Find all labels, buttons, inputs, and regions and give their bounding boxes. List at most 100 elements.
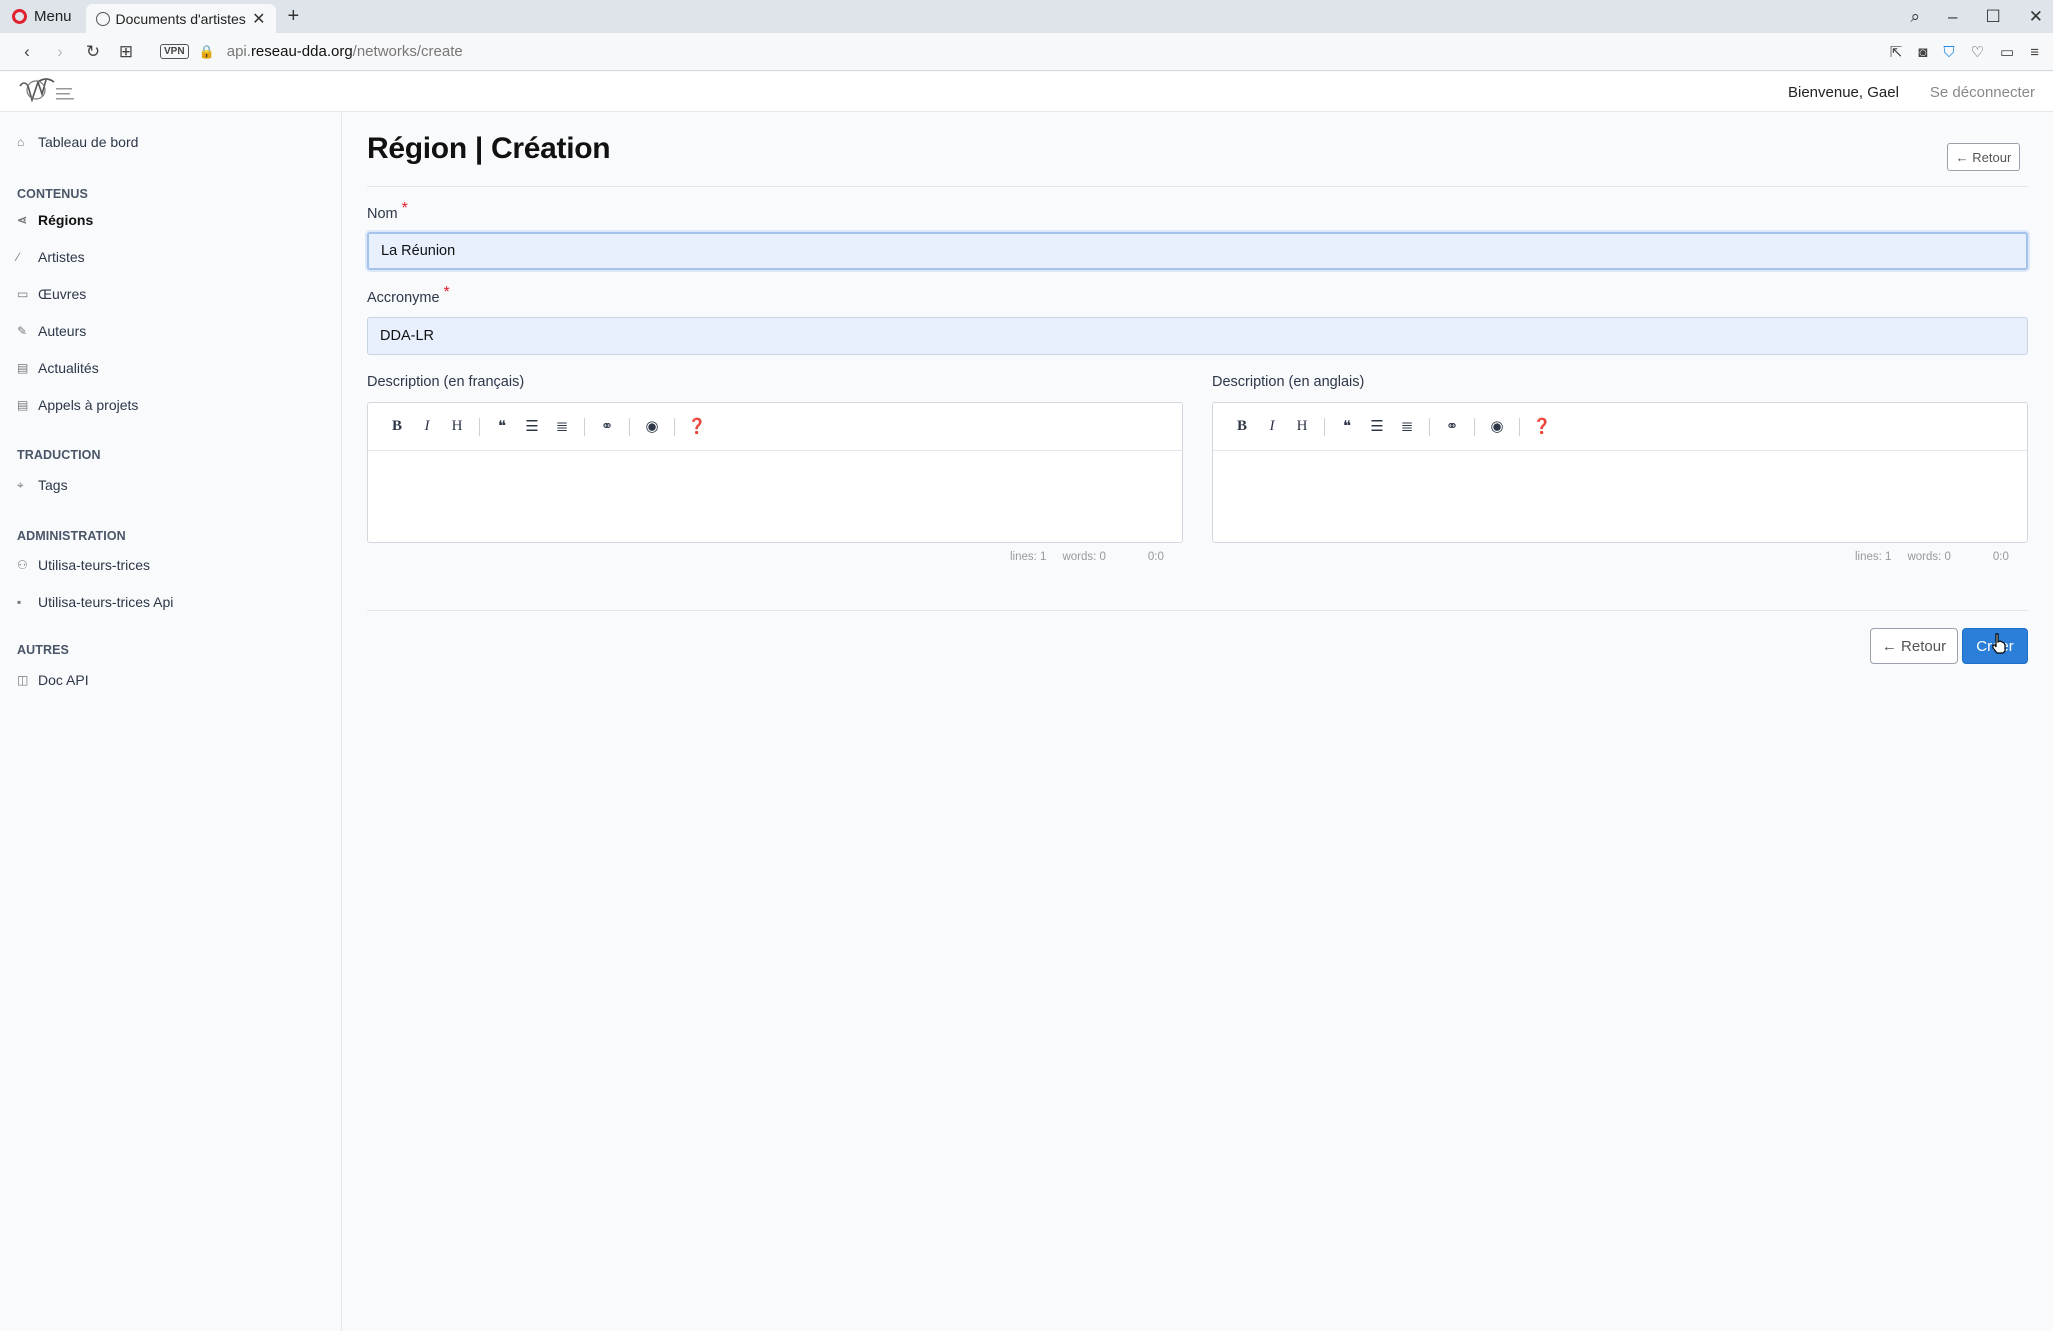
link-icon[interactable]: ⚭	[592, 412, 622, 442]
book-icon: ◫	[17, 673, 29, 687]
sidebar-item-label: Actualités	[38, 360, 99, 376]
maximize-icon[interactable]: ☐	[1986, 7, 2001, 27]
back-arrow-icon[interactable]: ‹	[14, 42, 40, 62]
reload-icon[interactable]: ↻	[80, 42, 106, 62]
sidebar-item-auteurs[interactable]: ✎ Auteurs	[17, 323, 86, 339]
desc-en-label: Description (en anglais)	[1212, 374, 1365, 390]
lock-icon[interactable]: 🔒	[199, 44, 215, 60]
url-path: /networks/create	[352, 43, 463, 60]
close-window-icon[interactable]: ✕	[2029, 7, 2043, 27]
required-mark: *	[401, 200, 408, 217]
editor-en-textarea[interactable]	[1213, 451, 2027, 542]
sidebar-item-dashboard[interactable]: ⌂ Tableau de bord	[17, 134, 138, 150]
heading-icon[interactable]: H	[442, 412, 472, 442]
url-host: reseau-dda.org	[250, 43, 353, 60]
sidebar-item-label: Appels à projets	[38, 397, 139, 413]
list-box-icon: ▤	[17, 398, 29, 412]
page-title: Région | Création	[367, 132, 611, 165]
home-icon: ⌂	[17, 135, 25, 149]
quote-icon[interactable]: ❝	[1332, 412, 1362, 442]
italic-icon[interactable]: I	[412, 412, 442, 442]
numbered-list-icon[interactable]: ≣	[547, 412, 577, 442]
name-label: Nom *	[367, 200, 408, 223]
numbered-list-icon[interactable]: ≣	[1392, 412, 1422, 442]
tab-close-icon[interactable]: ✕	[252, 9, 265, 29]
sidebar-item-actualites[interactable]: ▤ Actualités	[17, 360, 99, 376]
toolbar-separator	[1519, 417, 1520, 436]
status-cursor: 0:0	[1147, 551, 1164, 563]
toolbar-separator	[1429, 417, 1430, 436]
speed-dial-icon[interactable]: ⊞	[113, 42, 139, 62]
search-tabs-icon[interactable]: ⌕	[1911, 7, 1921, 27]
divider-bottom	[367, 610, 2028, 611]
status-cursor: 0:0	[1992, 551, 2009, 563]
database-icon: ▪	[17, 595, 22, 609]
bold-icon[interactable]: B	[382, 412, 412, 442]
easel-icon: ▭	[17, 287, 29, 301]
toolbar-separator	[479, 417, 480, 436]
sidebar-item-users-api[interactable]: ▪ Utilisa-teurs-trices Api	[17, 594, 173, 610]
sidebar-item-artistes[interactable]: ⁄ Artistes	[17, 249, 85, 265]
sidebar-item-appels-projets[interactable]: ▤ Appels à projets	[17, 397, 138, 413]
back-button[interactable]: ← Retour	[1870, 628, 1958, 664]
bold-icon[interactable]: B	[1227, 412, 1257, 442]
editor-en-status: lines: 1 words: 0 0:0	[1839, 551, 2009, 563]
share-icon[interactable]: ⇱	[1890, 43, 1903, 61]
preview-eye-icon[interactable]: ◉	[1482, 412, 1512, 442]
camera-icon[interactable]: ◙	[1918, 44, 1927, 61]
status-words: words: 0	[1907, 551, 1951, 563]
quote-icon[interactable]: ❝	[487, 412, 517, 442]
sidebar-item-label: Œuvres	[38, 286, 87, 302]
required-mark: *	[443, 284, 450, 301]
logout-link[interactable]: Se déconnecter	[1930, 84, 2035, 101]
bullet-list-icon[interactable]: ☰	[517, 412, 547, 442]
sidebar-item-label: Artistes	[38, 249, 85, 265]
status-lines: lines: 1	[1855, 551, 1892, 563]
italic-icon[interactable]: I	[1257, 412, 1287, 442]
forward-arrow-icon[interactable]: ›	[47, 42, 73, 62]
sidebar-item-doc-api[interactable]: ◫ Doc API	[17, 672, 89, 688]
sidebar-item-label: Doc API	[38, 672, 89, 688]
dda-logo-icon[interactable]	[16, 74, 78, 108]
editor-toolbar: B I H ❝ ☰ ≣ ⚭ ◉ ❓	[1213, 403, 2027, 451]
heading-icon[interactable]: H	[1287, 412, 1317, 442]
vpn-badge[interactable]: VPN	[160, 44, 189, 59]
editor-fr-status: lines: 1 words: 0 0:0	[994, 551, 1164, 563]
acronym-label-text: Accronyme	[367, 290, 440, 306]
editor-fr-textarea[interactable]	[368, 451, 1182, 542]
minimize-icon[interactable]: –	[1948, 7, 1957, 27]
sidebar-section-autres: AUTRES	[17, 643, 69, 657]
sidebar-item-regions[interactable]: ⋖ Régions	[17, 212, 93, 228]
share-nodes-icon: ⋖	[17, 213, 28, 227]
pen-icon: ✎	[17, 324, 28, 338]
heart-icon[interactable]: ♡	[1971, 43, 1984, 61]
sidebar: ⌂ Tableau de bord CONTENUS ⋖ Régions ⁄ A…	[0, 113, 342, 1331]
address-bar-tools: ⇱ ◙ ⛉ ♡ ▭ ≡	[1890, 33, 2039, 71]
browser-menu-button[interactable]: Menu	[0, 0, 86, 33]
name-input[interactable]	[367, 232, 2028, 270]
editor-en: B I H ❝ ☰ ≣ ⚭ ◉ ❓	[1212, 402, 2028, 543]
new-tab-icon[interactable]: +	[288, 5, 300, 28]
browser-tab-active[interactable]: Documents d'artistes - A ✕	[85, 4, 276, 33]
sidebar-section-contenus: CONTENUS	[17, 187, 88, 201]
welcome-text: Bienvenue, Gael	[1788, 83, 1899, 101]
sidebar-item-users[interactable]: ⚇ Utilisa-teurs-trices	[17, 557, 150, 573]
help-icon[interactable]: ❓	[682, 412, 712, 442]
help-icon[interactable]: ❓	[1527, 412, 1557, 442]
shield-icon[interactable]: ⛉	[1943, 44, 1954, 61]
sidebar-item-oeuvres[interactable]: ▭ Œuvres	[17, 286, 86, 302]
sidebar-item-tags[interactable]: ⌖ Tags	[17, 477, 68, 493]
wallet-icon[interactable]: ▭	[2000, 43, 2014, 61]
easy-setup-icon[interactable]: ≡	[2030, 44, 2039, 61]
acronym-input[interactable]	[367, 317, 2028, 355]
preview-eye-icon[interactable]: ◉	[637, 412, 667, 442]
url-field[interactable]: api.reseau-dda.org/networks/create	[227, 43, 463, 60]
divider-top	[367, 186, 2028, 187]
sidebar-item-label: Tableau de bord	[38, 134, 139, 150]
back-button-top[interactable]: ← Retour	[1947, 143, 2020, 171]
browser-menu-label: Menu	[34, 8, 72, 25]
globe-icon	[95, 11, 110, 26]
link-icon[interactable]: ⚭	[1437, 412, 1467, 442]
bullet-list-icon[interactable]: ☰	[1362, 412, 1392, 442]
app-header: Bienvenue, Gael Se déconnecter	[0, 72, 2053, 112]
